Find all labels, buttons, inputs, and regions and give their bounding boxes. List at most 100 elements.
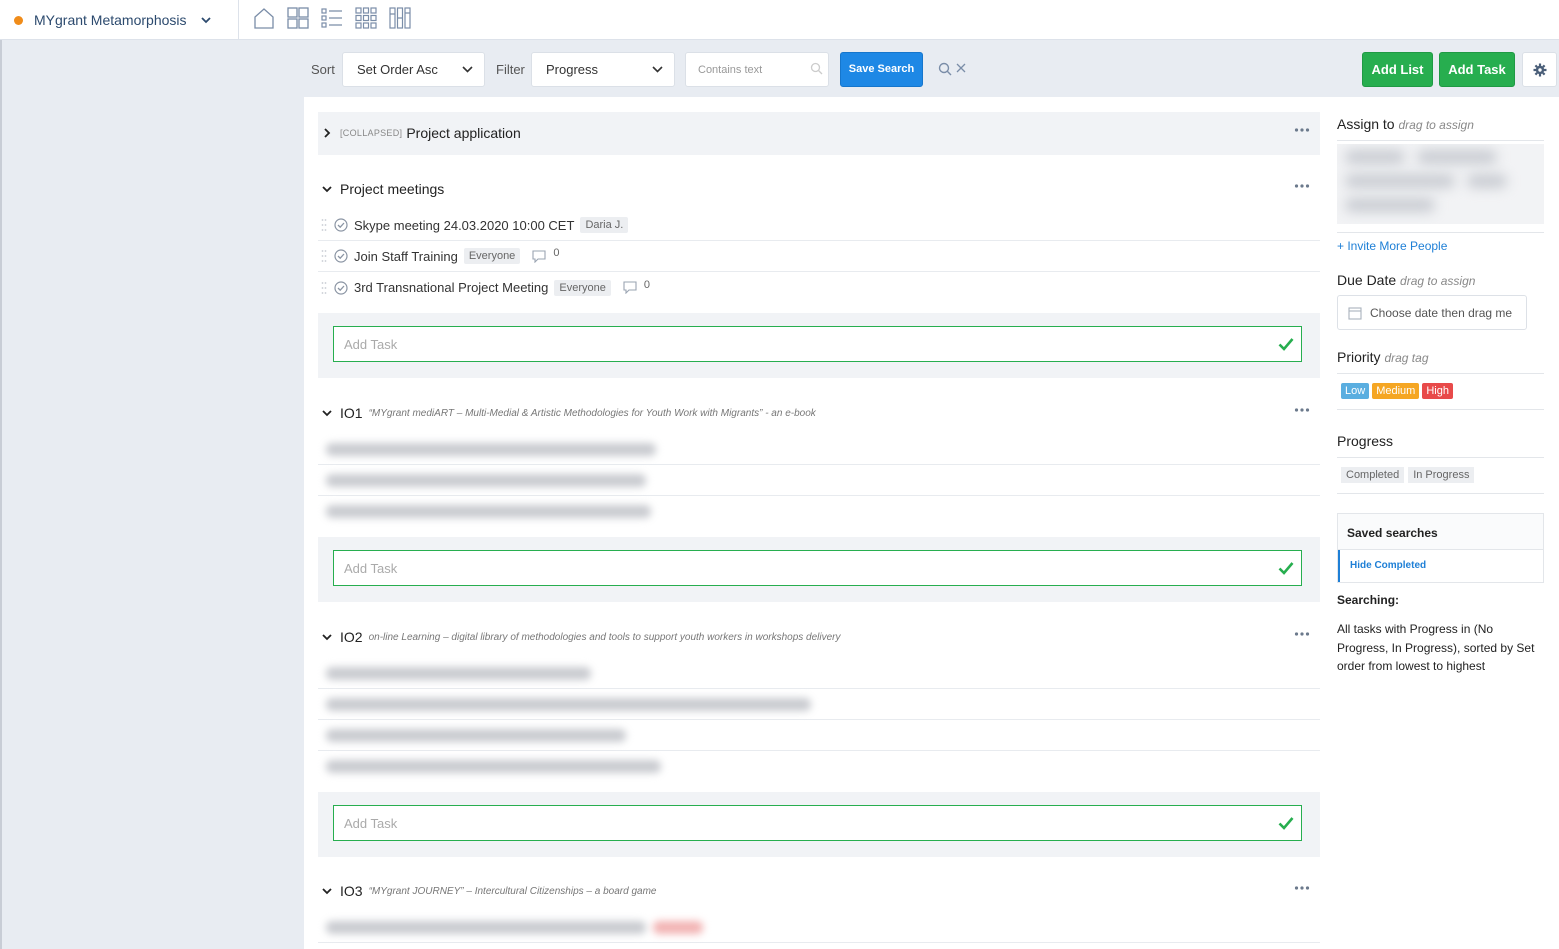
task-row[interactable]: Join Staff Training Everyone 0 xyxy=(318,241,1320,272)
close-icon[interactable] xyxy=(956,63,966,73)
add-task-button[interactable]: Add Task xyxy=(1439,52,1515,87)
task-row-blurred[interactable] xyxy=(318,658,1320,689)
more-options-icon[interactable] xyxy=(1294,407,1310,413)
chevron-right-icon[interactable] xyxy=(321,127,333,139)
task-row-blurred[interactable] xyxy=(318,912,1320,943)
list-header[interactable]: IO3 “MYgrant JOURNEY” – Intercultural Ci… xyxy=(318,870,1320,912)
chevron-down-icon[interactable] xyxy=(321,183,333,195)
chevron-down-icon[interactable] xyxy=(321,407,333,419)
search-input[interactable] xyxy=(685,52,829,87)
task-row[interactable]: Skype meeting 24.03.2020 10:00 CET Daria… xyxy=(318,210,1320,241)
search-icon xyxy=(810,62,823,75)
assignee-tag: Daria J. xyxy=(580,217,629,233)
sort-select-value: Set Order Asc xyxy=(357,62,438,77)
chevron-down-icon[interactable] xyxy=(321,631,333,643)
task-row-blurred[interactable] xyxy=(318,465,1320,496)
list-view-icon[interactable] xyxy=(320,6,344,30)
list-header[interactable]: IO1 “MYgrant mediART – Multi-Medial & Ar… xyxy=(318,392,1320,434)
assign-title: Assign to xyxy=(1337,116,1395,132)
left-sidebar xyxy=(0,40,2,949)
board-view-icon[interactable] xyxy=(286,6,310,30)
list-header[interactable]: [COLLAPSED] Project application xyxy=(318,112,1320,154)
task-row-blurred[interactable] xyxy=(318,751,1320,782)
add-task-area xyxy=(318,537,1320,602)
project-switcher[interactable]: MYgrant Metamorphosis xyxy=(0,0,239,40)
task-title[interactable]: Join Staff Training xyxy=(354,249,458,264)
searching-description: All tasks with Progress in (No Progress,… xyxy=(1337,622,1535,673)
home-icon[interactable] xyxy=(252,6,276,30)
assignee-people[interactable] xyxy=(1337,144,1544,224)
add-list-button[interactable]: Add List xyxy=(1362,52,1433,87)
sort-select[interactable]: Set Order Asc xyxy=(342,52,485,87)
progress-in-progress-tag[interactable]: In Progress xyxy=(1408,467,1475,483)
assign-heading: Assign to drag to assign xyxy=(1337,97,1544,141)
priority-low-tag[interactable]: Low xyxy=(1341,383,1370,399)
task-row[interactable]: 3rd Transnational Project Meeting Everyo… xyxy=(318,272,1320,303)
drag-handle-icon[interactable] xyxy=(321,218,327,232)
complete-check-icon[interactable] xyxy=(334,218,348,232)
invite-more-people-link[interactable]: + Invite More People xyxy=(1337,232,1544,253)
checkmark-icon[interactable] xyxy=(1278,561,1294,575)
list-title: IO2 xyxy=(340,629,363,645)
due-date-picker[interactable]: Choose date then drag me xyxy=(1337,295,1527,330)
comment-icon[interactable] xyxy=(623,281,637,294)
due-date-hint: drag to assign xyxy=(1400,274,1476,288)
list-title: Project meetings xyxy=(340,181,445,197)
add-task-area xyxy=(318,792,1320,857)
complete-check-icon[interactable] xyxy=(334,249,348,263)
project-name: MYgrant Metamorphosis xyxy=(34,12,187,28)
chevron-down-icon xyxy=(652,66,663,73)
checkmark-icon[interactable] xyxy=(1278,816,1294,830)
list-io2: IO2 on-line Learning – digital library o… xyxy=(318,616,1320,857)
more-options-icon[interactable] xyxy=(1294,885,1310,891)
task-title[interactable]: 3rd Transnational Project Meeting xyxy=(354,280,548,295)
list-project-application: [COLLAPSED] Project application xyxy=(318,112,1320,155)
progress-tags: Completed In Progress xyxy=(1337,467,1544,494)
chevron-down-icon xyxy=(462,66,473,73)
add-task-input[interactable] xyxy=(333,805,1302,841)
list-header[interactable]: IO2 on-line Learning – digital library o… xyxy=(318,616,1320,658)
more-options-icon[interactable] xyxy=(1294,127,1310,133)
task-row-blurred[interactable] xyxy=(318,720,1320,751)
filter-label: Filter xyxy=(496,62,525,77)
calendar-icon xyxy=(1348,306,1362,320)
saved-search-item[interactable]: Hide Completed xyxy=(1338,550,1543,582)
priority-medium-tag[interactable]: Medium xyxy=(1372,383,1420,399)
drag-handle-icon[interactable] xyxy=(321,281,327,295)
drag-handle-icon[interactable] xyxy=(321,249,327,263)
more-options-icon[interactable] xyxy=(1294,183,1310,189)
filter-select-value: Progress xyxy=(546,62,599,77)
complete-check-icon[interactable] xyxy=(334,280,348,295)
saved-searches-box: Saved searches Hide Completed xyxy=(1337,513,1544,583)
grid-view-icon[interactable] xyxy=(354,6,378,30)
priority-tags: Low Medium High xyxy=(1337,383,1544,410)
add-task-input[interactable] xyxy=(333,550,1302,586)
assign-hint: drag to assign xyxy=(1398,118,1474,132)
list-description: “MYgrant mediART – Multi-Medial & Artist… xyxy=(368,407,816,419)
add-task-input[interactable] xyxy=(333,326,1302,362)
save-search-button[interactable]: Save Search xyxy=(840,52,923,87)
list-description: on-line Learning – digital library of me… xyxy=(368,631,841,643)
main-panel: [COLLAPSED] Project application Project … xyxy=(304,97,1559,949)
list-title: IO3 xyxy=(340,883,363,899)
progress-completed-tag[interactable]: Completed xyxy=(1341,467,1405,483)
filter-select[interactable]: Progress xyxy=(531,52,675,87)
list-header[interactable]: Project meetings xyxy=(318,168,1320,210)
task-row-blurred[interactable] xyxy=(318,689,1320,720)
checkmark-icon[interactable] xyxy=(1278,337,1294,351)
task-row-blurred[interactable] xyxy=(318,496,1320,527)
project-status-dot xyxy=(14,15,23,25)
settings-button[interactable] xyxy=(1522,52,1557,87)
add-task-area xyxy=(318,313,1320,378)
task-title[interactable]: Skype meeting 24.03.2020 10:00 CET xyxy=(354,218,574,233)
priority-high-tag[interactable]: High xyxy=(1422,383,1453,399)
search-icon[interactable] xyxy=(938,62,952,76)
more-options-icon[interactable] xyxy=(1294,631,1310,637)
task-row-blurred[interactable] xyxy=(318,434,1320,465)
comment-icon[interactable] xyxy=(532,249,546,263)
progress-heading: Progress xyxy=(1337,410,1544,458)
columns-view-icon[interactable] xyxy=(388,6,412,30)
chevron-down-icon[interactable] xyxy=(321,885,333,897)
search-toolbar: Sort Set Order Asc Filter Progress Save … xyxy=(0,40,1559,97)
list-title: Project application xyxy=(406,125,521,141)
